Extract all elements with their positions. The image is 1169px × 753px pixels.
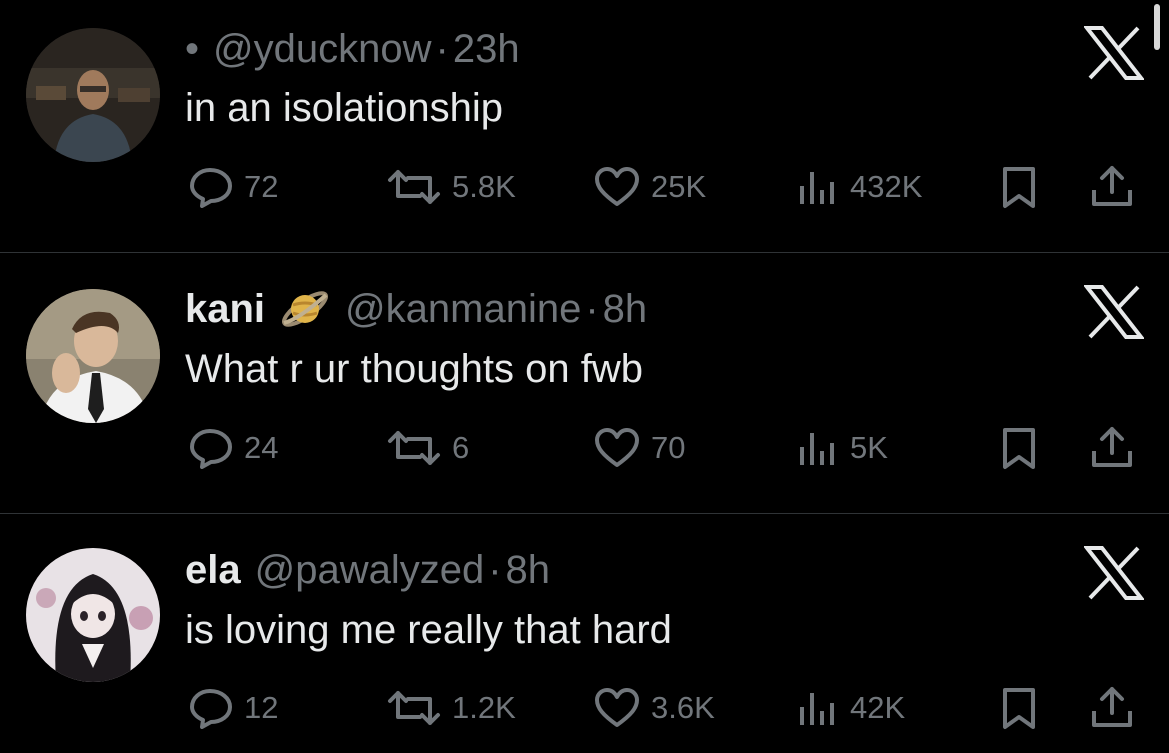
man-tie-avatar-icon xyxy=(26,289,160,423)
separator: · xyxy=(585,286,599,331)
like-count: 70 xyxy=(651,430,686,465)
tweet-3[interactable]: ela @pawalyzed · 8h is loving me really … xyxy=(0,514,1169,753)
like-button[interactable]: 3.6K xyxy=(593,687,715,729)
like-count: 25K xyxy=(651,169,707,204)
timestamp[interactable]: 8h xyxy=(506,548,551,593)
repost-icon xyxy=(388,691,440,725)
like-icon xyxy=(595,428,639,467)
like-button[interactable]: 70 xyxy=(593,427,685,469)
avatar[interactable] xyxy=(26,289,160,423)
views-count: 5K xyxy=(850,430,888,465)
share-icon[interactable] xyxy=(1090,425,1134,469)
avatar[interactable] xyxy=(26,548,160,682)
leading-dot: • xyxy=(185,26,200,71)
reply-button[interactable]: 12 xyxy=(188,687,278,729)
bookmark-icon[interactable] xyxy=(1000,427,1038,471)
reply-count: 24 xyxy=(244,430,279,465)
views-button[interactable]: 432K xyxy=(796,166,922,208)
tweet-text: in an isolationship xyxy=(185,86,503,130)
views-button[interactable]: 5K xyxy=(796,427,888,469)
views-button[interactable]: 42K xyxy=(796,687,905,729)
views-count: 42K xyxy=(850,690,906,725)
share-icon[interactable] xyxy=(1090,164,1134,208)
repost-button[interactable]: 1.2K xyxy=(386,687,516,729)
user-handle[interactable]: @pawalyzed xyxy=(255,548,485,593)
reply-icon xyxy=(190,168,232,208)
like-icon xyxy=(595,688,639,727)
like-button[interactable]: 25K xyxy=(593,166,706,208)
repost-icon xyxy=(388,431,440,465)
man-glasses-avatar-icon xyxy=(26,28,160,162)
views-icon xyxy=(800,433,834,465)
tweet-text: is loving me really that hard xyxy=(185,608,672,652)
repost-button[interactable]: 5.8K xyxy=(386,166,516,208)
user-handle[interactable]: @yducknow xyxy=(213,27,431,72)
x-logo-icon[interactable] xyxy=(1084,546,1144,600)
display-name[interactable]: ela xyxy=(185,548,241,593)
reply-button[interactable]: 72 xyxy=(188,166,278,208)
bookmark-icon[interactable] xyxy=(1000,687,1038,731)
avatar[interactable] xyxy=(26,28,160,162)
views-icon xyxy=(800,172,834,204)
tweet-header: ela @pawalyzed · 8h xyxy=(185,547,550,593)
timestamp[interactable]: 8h xyxy=(603,287,648,332)
reply-icon xyxy=(190,689,232,729)
x-logo-icon[interactable] xyxy=(1084,26,1144,80)
reply-count: 72 xyxy=(244,169,279,204)
repost-icon xyxy=(388,170,440,204)
user-handle[interactable]: @kanmanine xyxy=(345,287,581,332)
reply-icon xyxy=(190,429,232,469)
like-count: 3.6K xyxy=(651,690,715,725)
saturn-emoji-icon xyxy=(282,291,329,327)
reply-count: 12 xyxy=(244,690,279,725)
repost-button[interactable]: 6 xyxy=(386,427,469,469)
share-icon[interactable] xyxy=(1090,685,1134,729)
repost-count: 5.8K xyxy=(452,169,516,204)
anime-girl-avatar-icon xyxy=(26,548,160,682)
x-logo-icon[interactable] xyxy=(1084,285,1144,339)
display-name[interactable]: kani xyxy=(185,287,265,332)
reply-button[interactable]: 24 xyxy=(188,427,278,469)
like-icon xyxy=(595,167,639,206)
separator: · xyxy=(488,547,502,592)
tweet-header: kani @kanmanine · 8h xyxy=(185,286,647,332)
views-icon xyxy=(800,693,834,725)
separator: · xyxy=(435,26,449,71)
repost-count: 1.2K xyxy=(452,690,516,725)
repost-count: 6 xyxy=(452,430,470,465)
tweet-1[interactable]: • @yducknow · 23h in an isolationship 72… xyxy=(0,0,1169,252)
bookmark-icon[interactable] xyxy=(1000,166,1038,210)
tweet-header: • @yducknow · 23h xyxy=(185,26,520,72)
timestamp[interactable]: 23h xyxy=(453,27,520,72)
tweet-text: What r ur thoughts on fwb xyxy=(185,347,644,391)
tweet-2[interactable]: kani @kanmanine · 8h What r ur thoughts … xyxy=(0,253,1169,513)
views-count: 432K xyxy=(850,169,923,204)
